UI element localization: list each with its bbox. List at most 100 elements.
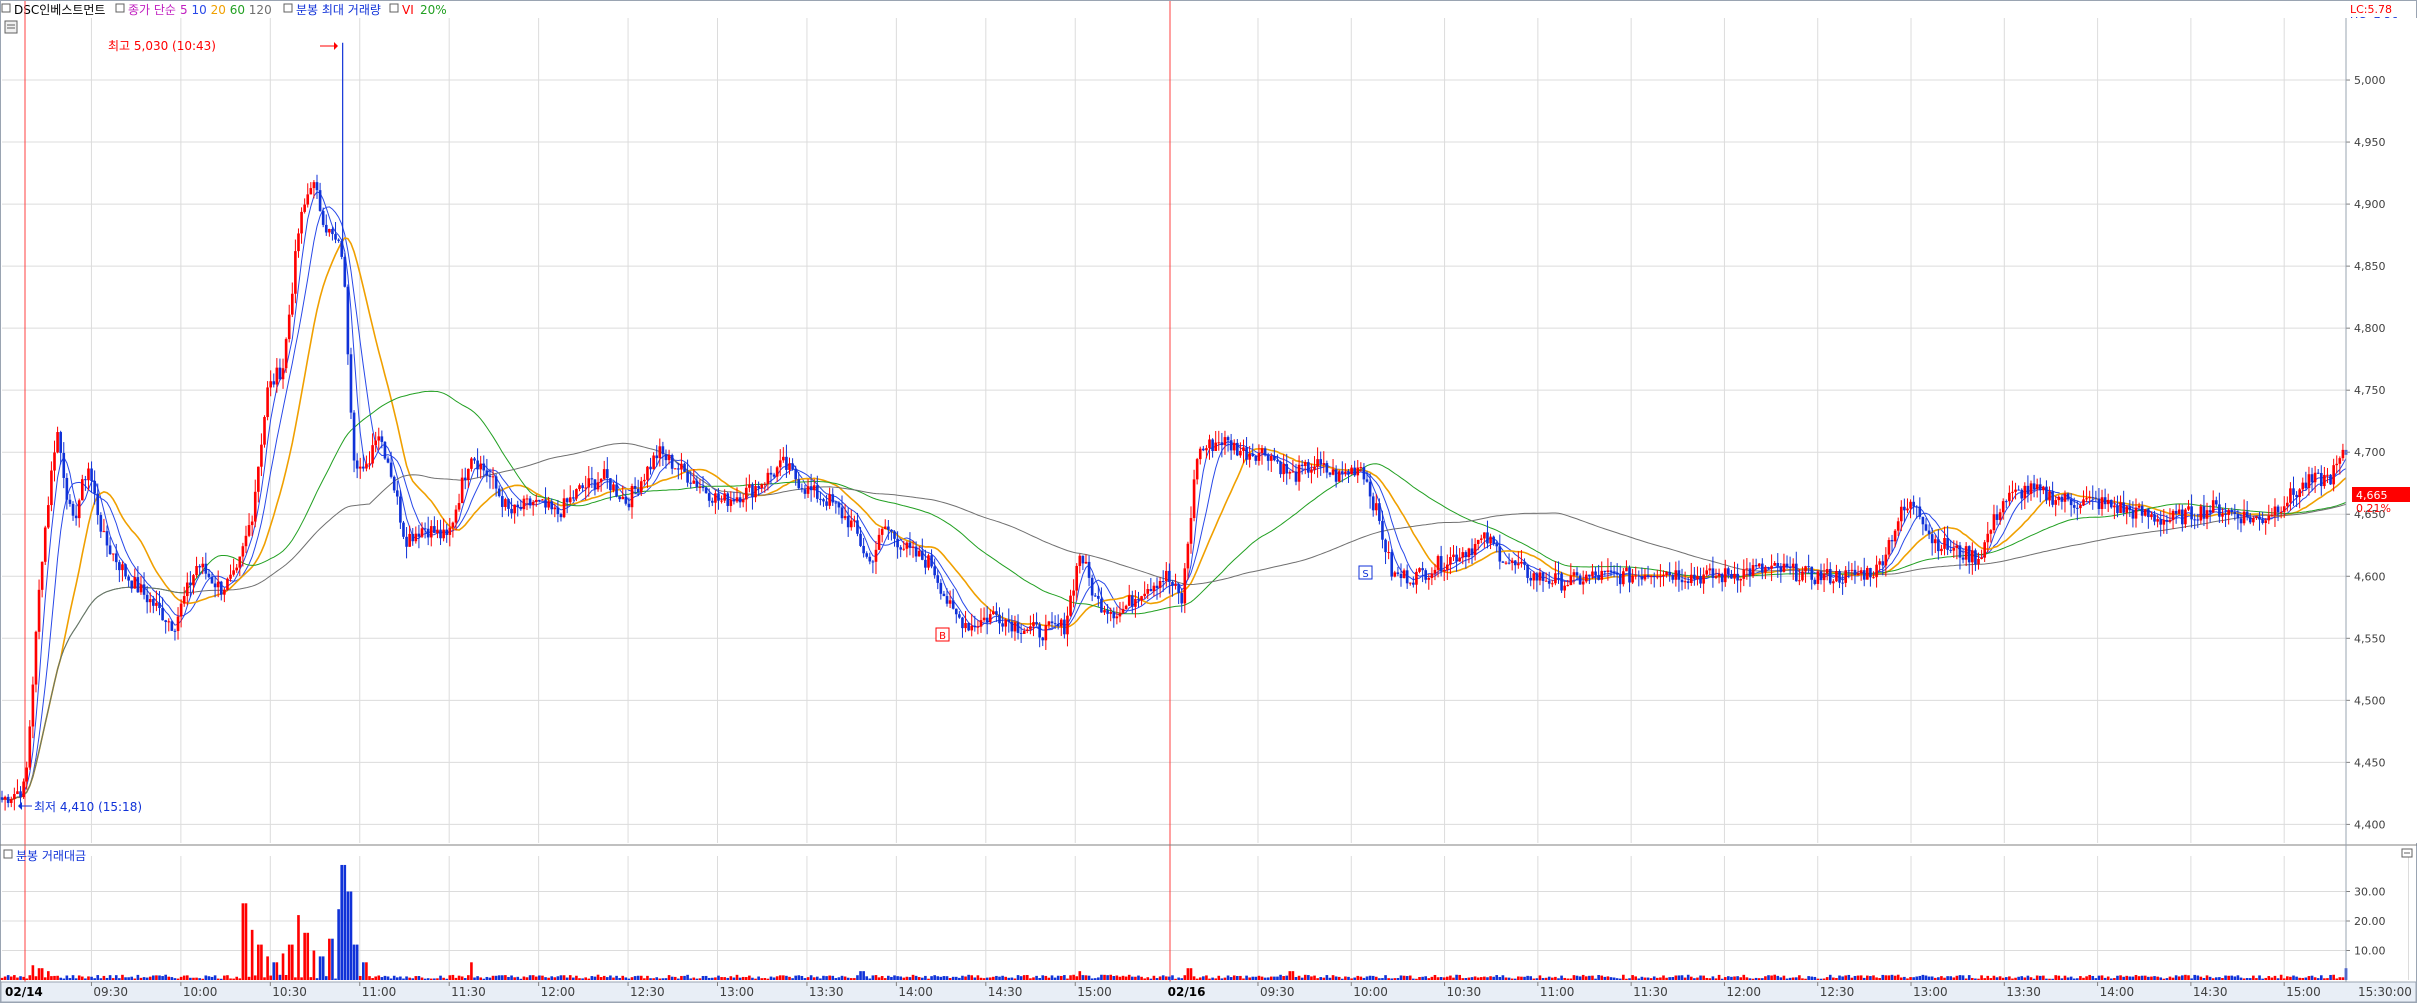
candle-body-712 <box>2199 506 2203 521</box>
volume-bar-320 <box>988 977 992 980</box>
volume-bar-118 <box>365 962 368 980</box>
volume-bar-661 <box>2042 975 2045 980</box>
candle-body-64 <box>198 565 201 568</box>
volume-bar-147 <box>454 977 458 980</box>
candle-body-62 <box>192 575 195 586</box>
candle-body-130 <box>402 522 405 537</box>
candle-body-503 <box>1554 573 1557 584</box>
candle-body-400 <box>1235 442 1239 456</box>
volume-bar-674 <box>2082 977 2085 980</box>
candle-body-175 <box>541 499 544 501</box>
time-tick-label-8: 13:00 <box>719 985 754 999</box>
candle-body-530 <box>1637 575 1641 577</box>
candle-body-157 <box>485 470 489 476</box>
candle-body-66 <box>204 563 208 574</box>
candle-body-181 <box>559 514 563 518</box>
volume-bar-477 <box>1473 976 1477 980</box>
volume-bar-255 <box>788 976 791 980</box>
volume-panel-icon[interactable] <box>3 849 13 859</box>
volume-bar-395 <box>1220 978 1224 980</box>
volume-bar-212 <box>655 977 659 980</box>
candle-body-160 <box>494 476 498 489</box>
candle-body-108 <box>334 234 337 240</box>
candle-body-716 <box>2211 500 2215 513</box>
volume-bar-531 <box>1640 976 1644 980</box>
time-tick-label-12: 15:00 <box>1077 985 1112 999</box>
volume-bar-252 <box>778 975 782 980</box>
candle-body-257 <box>794 469 797 480</box>
candle-body-228 <box>704 487 708 494</box>
panel-menu-icon[interactable] <box>4 20 18 34</box>
stock-name[interactable]: DSC인베스트먼트 <box>14 3 105 17</box>
volume-bar-564 <box>1742 974 1746 980</box>
candle-body-208 <box>643 479 646 482</box>
ma-label[interactable]: 종가 단순 <box>128 3 176 17</box>
volume-bar-534 <box>1649 978 1653 980</box>
volume-bar-488 <box>1507 977 1511 980</box>
candle-body-398 <box>1229 440 1233 451</box>
candle-body-243 <box>751 484 754 498</box>
volume-bar-714 <box>2205 975 2209 980</box>
candle-body-13 <box>40 561 44 590</box>
menu-toggle-icon[interactable] <box>1 3 11 13</box>
volume-bar-68 <box>210 976 214 980</box>
volume-bar-587 <box>1813 976 1817 980</box>
candle-body-449 <box>1387 552 1390 554</box>
candle-body-172 <box>531 501 535 505</box>
candle-body-415 <box>1282 464 1285 475</box>
volume-label[interactable]: 분봉 최대 거래량 <box>296 3 381 17</box>
volume-bar-526 <box>1625 978 1628 980</box>
volume-bar-594 <box>1835 977 1838 980</box>
volume-bar-434 <box>1341 978 1344 980</box>
volume-bar-626 <box>1933 977 1937 980</box>
candle-body-722 <box>2230 510 2234 513</box>
volume-bar-367 <box>1134 976 1137 980</box>
candle-body-359 <box>1109 611 1113 614</box>
candle-body-143 <box>442 529 445 539</box>
volume-bar-372 <box>1149 978 1153 980</box>
volume-bar-537 <box>1659 977 1662 980</box>
volume-bar-64 <box>198 978 201 980</box>
candle-body-44 <box>136 577 140 593</box>
price-tick-label-5: 4,750 <box>2354 384 2386 397</box>
candle-body-607 <box>1875 564 1878 578</box>
candle-body-620 <box>1915 506 1919 508</box>
volume-bar-417 <box>1288 971 1292 980</box>
candle-body-30 <box>93 480 96 494</box>
volume-bar-16 <box>50 976 53 980</box>
candle-body-586 <box>1810 566 1814 580</box>
candle-body-304 <box>939 582 943 594</box>
candle-body-594 <box>1835 571 1838 582</box>
candle-body-330 <box>1019 632 1023 634</box>
candle-body-632 <box>1952 547 1956 551</box>
vi-label[interactable]: VI <box>402 3 414 17</box>
volume-bar-406 <box>1254 976 1258 980</box>
volume-bar-23 <box>71 975 75 980</box>
candle-body-399 <box>1232 442 1236 451</box>
candle-body-290 <box>896 538 899 548</box>
volume-bar-707 <box>2184 974 2187 980</box>
candle-body-513 <box>1584 574 1588 582</box>
volume-bar-155 <box>479 977 482 980</box>
volume-bar-511 <box>1578 976 1582 980</box>
volume-bar-39 <box>121 974 124 980</box>
ma-settings-icon[interactable] <box>115 3 125 13</box>
volume-bar-87 <box>269 975 272 980</box>
volume-bar-709 <box>2190 978 2193 980</box>
candle-body-715 <box>2208 510 2212 513</box>
candle-body-684 <box>2113 505 2116 508</box>
volume-bar-98 <box>303 932 306 980</box>
candle-body-170 <box>525 498 529 500</box>
volume-bar-510 <box>1575 975 1579 980</box>
volume-bar-121 <box>374 976 377 980</box>
volume-bar-238 <box>735 974 739 980</box>
volume-settings-icon[interactable] <box>283 3 293 13</box>
candle-body-563 <box>1739 578 1743 581</box>
volume-bar-154 <box>476 976 479 980</box>
volume-bar-51 <box>158 975 161 980</box>
vi-settings-icon[interactable] <box>389 3 399 13</box>
volume-bar-61 <box>189 977 192 980</box>
candle-body-79 <box>244 535 248 547</box>
candle-body-145 <box>448 527 452 535</box>
volume-bar-60 <box>185 975 189 980</box>
